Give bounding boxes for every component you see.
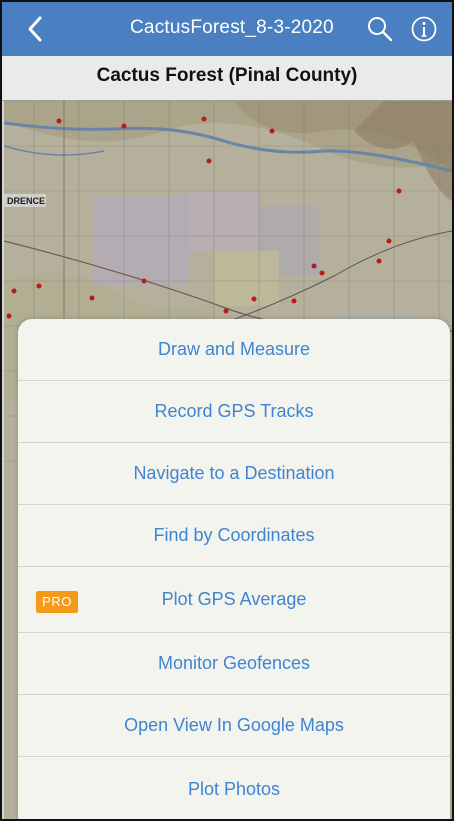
chevron-left-icon [28,16,42,42]
info-icon [411,16,437,42]
map-title-bar: Cactus Forest (Pinal County) [2,56,452,101]
open-in-google-maps-button[interactable]: Open View In Google Maps [18,695,450,757]
action-label: Record GPS Tracks [154,401,314,421]
info-button[interactable] [410,15,438,43]
record-gps-tracks-button[interactable]: Record GPS Tracks [18,381,450,443]
pro-badge: PRO [36,591,78,613]
nav-title: CactusForest_8-3-2020 [130,17,334,38]
action-label: Monitor Geofences [157,653,311,673]
plot-gps-average-button[interactable]: PRO Plot GPS Average [18,567,450,633]
action-label: Plot GPS Average [161,589,307,609]
nav-bar: CactusForest_8-3-2020 [2,2,452,56]
action-label: Open View In Google Maps [124,715,344,735]
action-label: Find by Coordinates [153,525,315,545]
find-by-coordinates-button[interactable]: Find by Coordinates [18,505,450,567]
navigate-to-destination-button[interactable]: Navigate to a Destination [18,443,450,505]
action-sheet: Draw and Measure Record GPS Tracks Navig… [18,319,450,819]
action-label: Draw and Measure [157,339,311,359]
back-button[interactable] [24,15,48,43]
map-title: Cactus Forest (Pinal County) [96,65,358,86]
search-icon [368,17,393,42]
action-label: Plot Photos [187,778,281,799]
search-button[interactable] [366,15,394,43]
monitor-geofences-button[interactable]: Monitor Geofences [18,633,450,695]
app-window: CactusForest_8-3-2020 Cactus Forest (Pin… [0,0,454,821]
plot-photos-button[interactable]: Plot Photos [18,757,450,819]
action-label: Navigate to a Destination [133,463,335,483]
draw-and-measure-button[interactable]: Draw and Measure [18,319,450,381]
